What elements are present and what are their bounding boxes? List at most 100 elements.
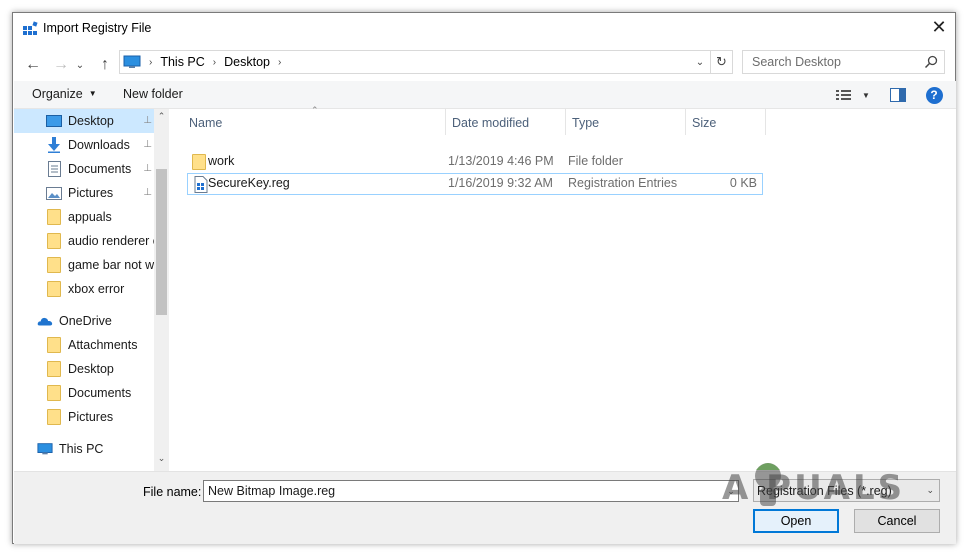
- nav-item-label: audio renderer e: [68, 234, 154, 248]
- file-type-select[interactable]: Registration Files (*.reg) ⌄: [753, 479, 940, 502]
- file-name-panel: File name: New Bitmap Image.reg ⌄ Regist…: [14, 471, 956, 544]
- column-label: Type: [572, 116, 600, 130]
- pictures-icon: [46, 185, 62, 201]
- navigation-pane: Desktop ⊥ Downloads ⊥ Documents ⊥ Pictur…: [14, 109, 169, 471]
- help-button[interactable]: ?: [924, 86, 944, 104]
- nav-item-label: This PC: [59, 442, 104, 456]
- view-options-dropdown[interactable]: ▼: [856, 86, 876, 104]
- back-arrow-icon: ←: [25, 56, 41, 73]
- up-arrow-icon: ↑: [101, 56, 109, 73]
- chevron-down-icon: ⌄: [695, 56, 705, 68]
- folder-icon: [46, 337, 62, 353]
- desktop-icon: [46, 113, 62, 129]
- search-input[interactable]: Search Desktop: [742, 50, 945, 74]
- nav-item-label: Desktop: [68, 114, 114, 128]
- change-view-button[interactable]: [834, 86, 854, 104]
- close-button[interactable]: ✕: [923, 13, 955, 43]
- nav-item-label: Documents: [68, 386, 132, 400]
- table-row[interactable]: SecureKey.reg 1/16/2019 9:32 AM Registra…: [187, 173, 763, 195]
- folder-icon: [46, 409, 62, 425]
- search-icon: [924, 55, 938, 69]
- nav-item-this-pc[interactable]: This PC: [14, 437, 154, 461]
- regedit-icon: [23, 21, 38, 35]
- nav-item-onedrive-pictures[interactable]: Pictures: [14, 405, 154, 429]
- column-header-name[interactable]: ⌃ Name: [171, 105, 446, 135]
- breadcrumb-separator[interactable]: ›: [278, 57, 281, 68]
- sort-ascending-icon: ⌃: [311, 105, 319, 115]
- breadcrumb-desktop[interactable]: Desktop: [224, 55, 270, 69]
- close-icon: ✕: [931, 17, 947, 37]
- up-button[interactable]: ↑: [93, 53, 117, 77]
- caret-down-icon: ▼: [862, 90, 870, 100]
- address-history-dropdown[interactable]: ⌄: [692, 53, 708, 71]
- file-name-field[interactable]: New Bitmap Image.reg: [203, 480, 739, 502]
- refresh-icon: ↻: [716, 54, 727, 69]
- back-button[interactable]: ←: [21, 53, 45, 77]
- column-label: Date modified: [452, 116, 530, 130]
- file-name-label: File name:: [143, 485, 202, 499]
- nav-item-pictures[interactable]: Pictures ⊥: [14, 181, 154, 205]
- nav-item-label: Attachments: [68, 338, 138, 352]
- open-button[interactable]: Open: [753, 509, 839, 533]
- column-header-size[interactable]: Size: [686, 109, 766, 135]
- cancel-button[interactable]: Cancel: [854, 509, 940, 533]
- breadcrumb-separator[interactable]: ›: [213, 57, 216, 68]
- chevron-down-icon: ⌄: [75, 59, 85, 71]
- nav-item-onedrive[interactable]: OneDrive: [14, 309, 154, 333]
- column-label: Size: [692, 116, 717, 130]
- file-list: ⌃ Name Date modified Type Size work 1/13…: [171, 105, 956, 471]
- folder-icon: [192, 154, 208, 171]
- open-label: Open: [780, 514, 812, 528]
- new-folder-button[interactable]: New folder: [123, 87, 183, 101]
- folder-icon: [46, 385, 62, 401]
- refresh-button[interactable]: ↻: [710, 50, 732, 74]
- file-type-value: Registration Files (*.reg): [757, 484, 892, 498]
- caret-down-icon: ▼: [88, 89, 97, 98]
- forward-arrow-icon: →: [53, 56, 69, 73]
- folder-icon: [46, 209, 62, 225]
- window-title: Import Registry File: [43, 21, 152, 35]
- file-date: 1/13/2019 4:46 PM: [448, 154, 554, 168]
- file-name-history-dropdown[interactable]: ⌄: [724, 482, 738, 500]
- breadcrumb-this-pc[interactable]: This PC: [160, 55, 204, 69]
- nav-item-audio-renderer[interactable]: audio renderer e: [14, 229, 154, 253]
- import-registry-dialog: Import Registry File ✕ ← → ⌄ ↑ › This PC…: [12, 12, 956, 544]
- nav-item-onedrive-documents[interactable]: Documents: [14, 381, 154, 405]
- scroll-up-icon[interactable]: ⌃: [154, 111, 169, 122]
- nav-item-downloads[interactable]: Downloads ⊥: [14, 133, 154, 157]
- nav-item-xbox-error[interactable]: xbox error: [14, 277, 154, 301]
- table-row[interactable]: work 1/13/2019 4:46 PM File folder: [187, 151, 763, 173]
- file-name: SecureKey.reg: [208, 176, 290, 190]
- organize-menu-button[interactable]: Organize ▼: [32, 87, 97, 101]
- new-folder-label: New folder: [123, 87, 183, 101]
- documents-icon: [46, 161, 62, 177]
- preview-pane-button[interactable]: [888, 86, 908, 104]
- nav-item-game-bar[interactable]: game bar not wo: [14, 253, 154, 277]
- column-header-date-modified[interactable]: Date modified: [446, 109, 566, 135]
- nav-item-label: Documents: [68, 162, 132, 176]
- search-placeholder: Search Desktop: [752, 55, 841, 69]
- scrollbar-thumb[interactable]: [156, 169, 167, 315]
- this-pc-icon: [123, 55, 141, 69]
- column-header-type[interactable]: Type: [566, 109, 686, 135]
- recent-locations-button[interactable]: ⌄: [73, 53, 87, 77]
- nav-item-appuals[interactable]: appuals: [14, 205, 154, 229]
- help-icon: ?: [925, 86, 943, 104]
- scroll-down-icon[interactable]: ⌄: [154, 453, 169, 464]
- nav-item-documents[interactable]: Documents ⊥: [14, 157, 154, 181]
- navigation-scrollbar[interactable]: ⌃ ⌄: [154, 109, 169, 471]
- nav-item-onedrive-desktop[interactable]: Desktop: [14, 357, 154, 381]
- details-view-icon: [836, 90, 851, 100]
- forward-button[interactable]: →: [49, 53, 73, 77]
- nav-item-label: appuals: [68, 210, 112, 224]
- nav-item-desktop[interactable]: Desktop ⊥: [14, 109, 154, 133]
- file-name: work: [208, 154, 235, 168]
- nav-item-label: Desktop: [68, 362, 114, 376]
- reg-file-icon: [194, 176, 208, 193]
- nav-item-label: OneDrive: [59, 314, 112, 328]
- nav-item-attachments[interactable]: Attachments: [14, 333, 154, 357]
- title-bar: Import Registry File ✕: [13, 13, 955, 45]
- help-glyph: ?: [930, 87, 938, 102]
- address-bar[interactable]: › This PC › Desktop › ⌄ ↻: [119, 50, 733, 74]
- nav-item-label: Pictures: [68, 410, 114, 424]
